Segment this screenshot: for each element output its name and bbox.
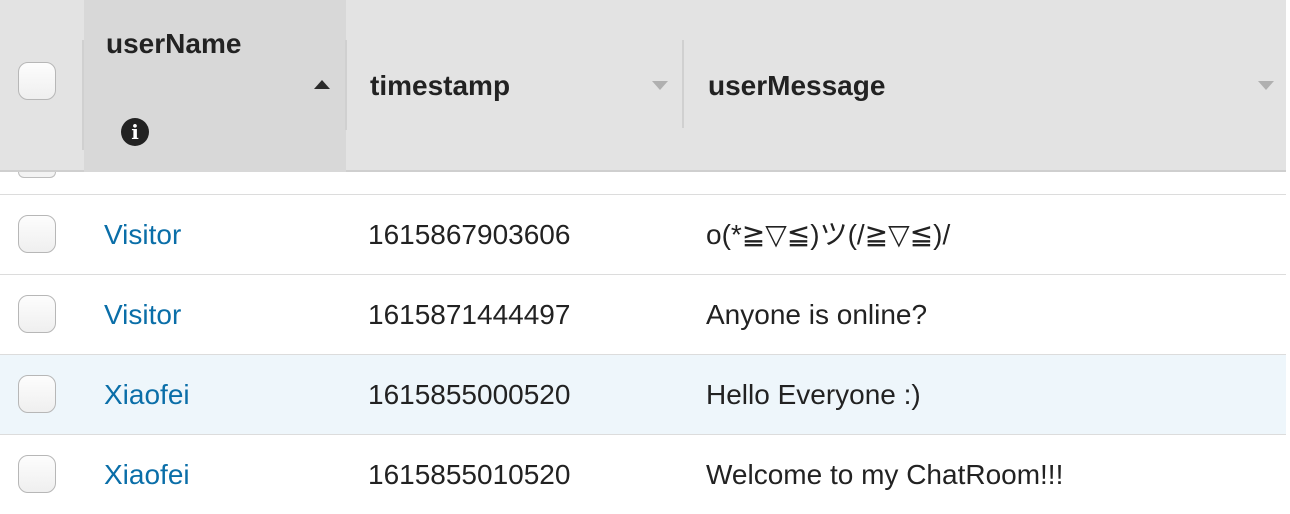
sort-dropdown-icon[interactable] — [652, 81, 668, 90]
partial-row-checkbox — [18, 172, 56, 178]
column-label-username: userName — [106, 28, 242, 59]
cell-username-link[interactable]: Xiaofei — [104, 435, 190, 513]
row-checkbox[interactable] — [18, 375, 56, 413]
row-checkbox[interactable] — [18, 295, 56, 333]
column-label-timestamp[interactable]: timestamp — [370, 70, 510, 102]
cell-timestamp: 1615855000520 — [368, 379, 571, 410]
cell-message: Anyone is online? — [706, 299, 928, 330]
info-icon[interactable]: i — [121, 118, 149, 146]
dynamodb-items-table: userName i timestamp userMessage Visitor… — [0, 0, 1290, 514]
sort-ascending-icon[interactable] — [314, 80, 330, 89]
table-row[interactable]: Visitor 1615871444497 Anyone is online? — [0, 274, 1286, 354]
table-header: userName i timestamp userMessage — [0, 0, 1286, 172]
cell-username-link[interactable]: Visitor — [104, 275, 181, 353]
table-row[interactable]: Xiaofei 1615855010520 Welcome to my Chat… — [0, 434, 1286, 514]
cell-message: Hello Everyone :) — [706, 379, 921, 410]
cell-message: Welcome to my ChatRoom!!! — [706, 459, 1064, 490]
column-header-username[interactable]: userName i — [84, 0, 346, 172]
select-all-checkbox[interactable] — [18, 62, 56, 100]
cell-timestamp: 1615855010520 — [368, 459, 571, 490]
cell-timestamp: 1615871444497 — [368, 299, 571, 330]
cell-username-link[interactable]: Visitor — [104, 195, 181, 273]
column-divider — [345, 40, 347, 130]
cell-timestamp: 1615867903606 — [368, 219, 571, 250]
column-label-usermessage[interactable]: userMessage — [708, 70, 885, 102]
row-checkbox[interactable] — [18, 215, 56, 253]
cell-username-link[interactable]: Xiaofei — [104, 355, 190, 433]
row-checkbox[interactable] — [18, 455, 56, 493]
column-divider — [682, 40, 684, 128]
table-row[interactable]: Visitor 1615867903606 o(*≧▽≦)ツ(/≧▽≦)/ — [0, 194, 1286, 274]
cell-message: o(*≧▽≦)ツ(/≧▽≦)/ — [706, 219, 951, 250]
sort-dropdown-icon[interactable] — [1258, 81, 1274, 90]
table-row[interactable]: Xiaofei 1615855000520 Hello Everyone :) — [0, 354, 1286, 434]
